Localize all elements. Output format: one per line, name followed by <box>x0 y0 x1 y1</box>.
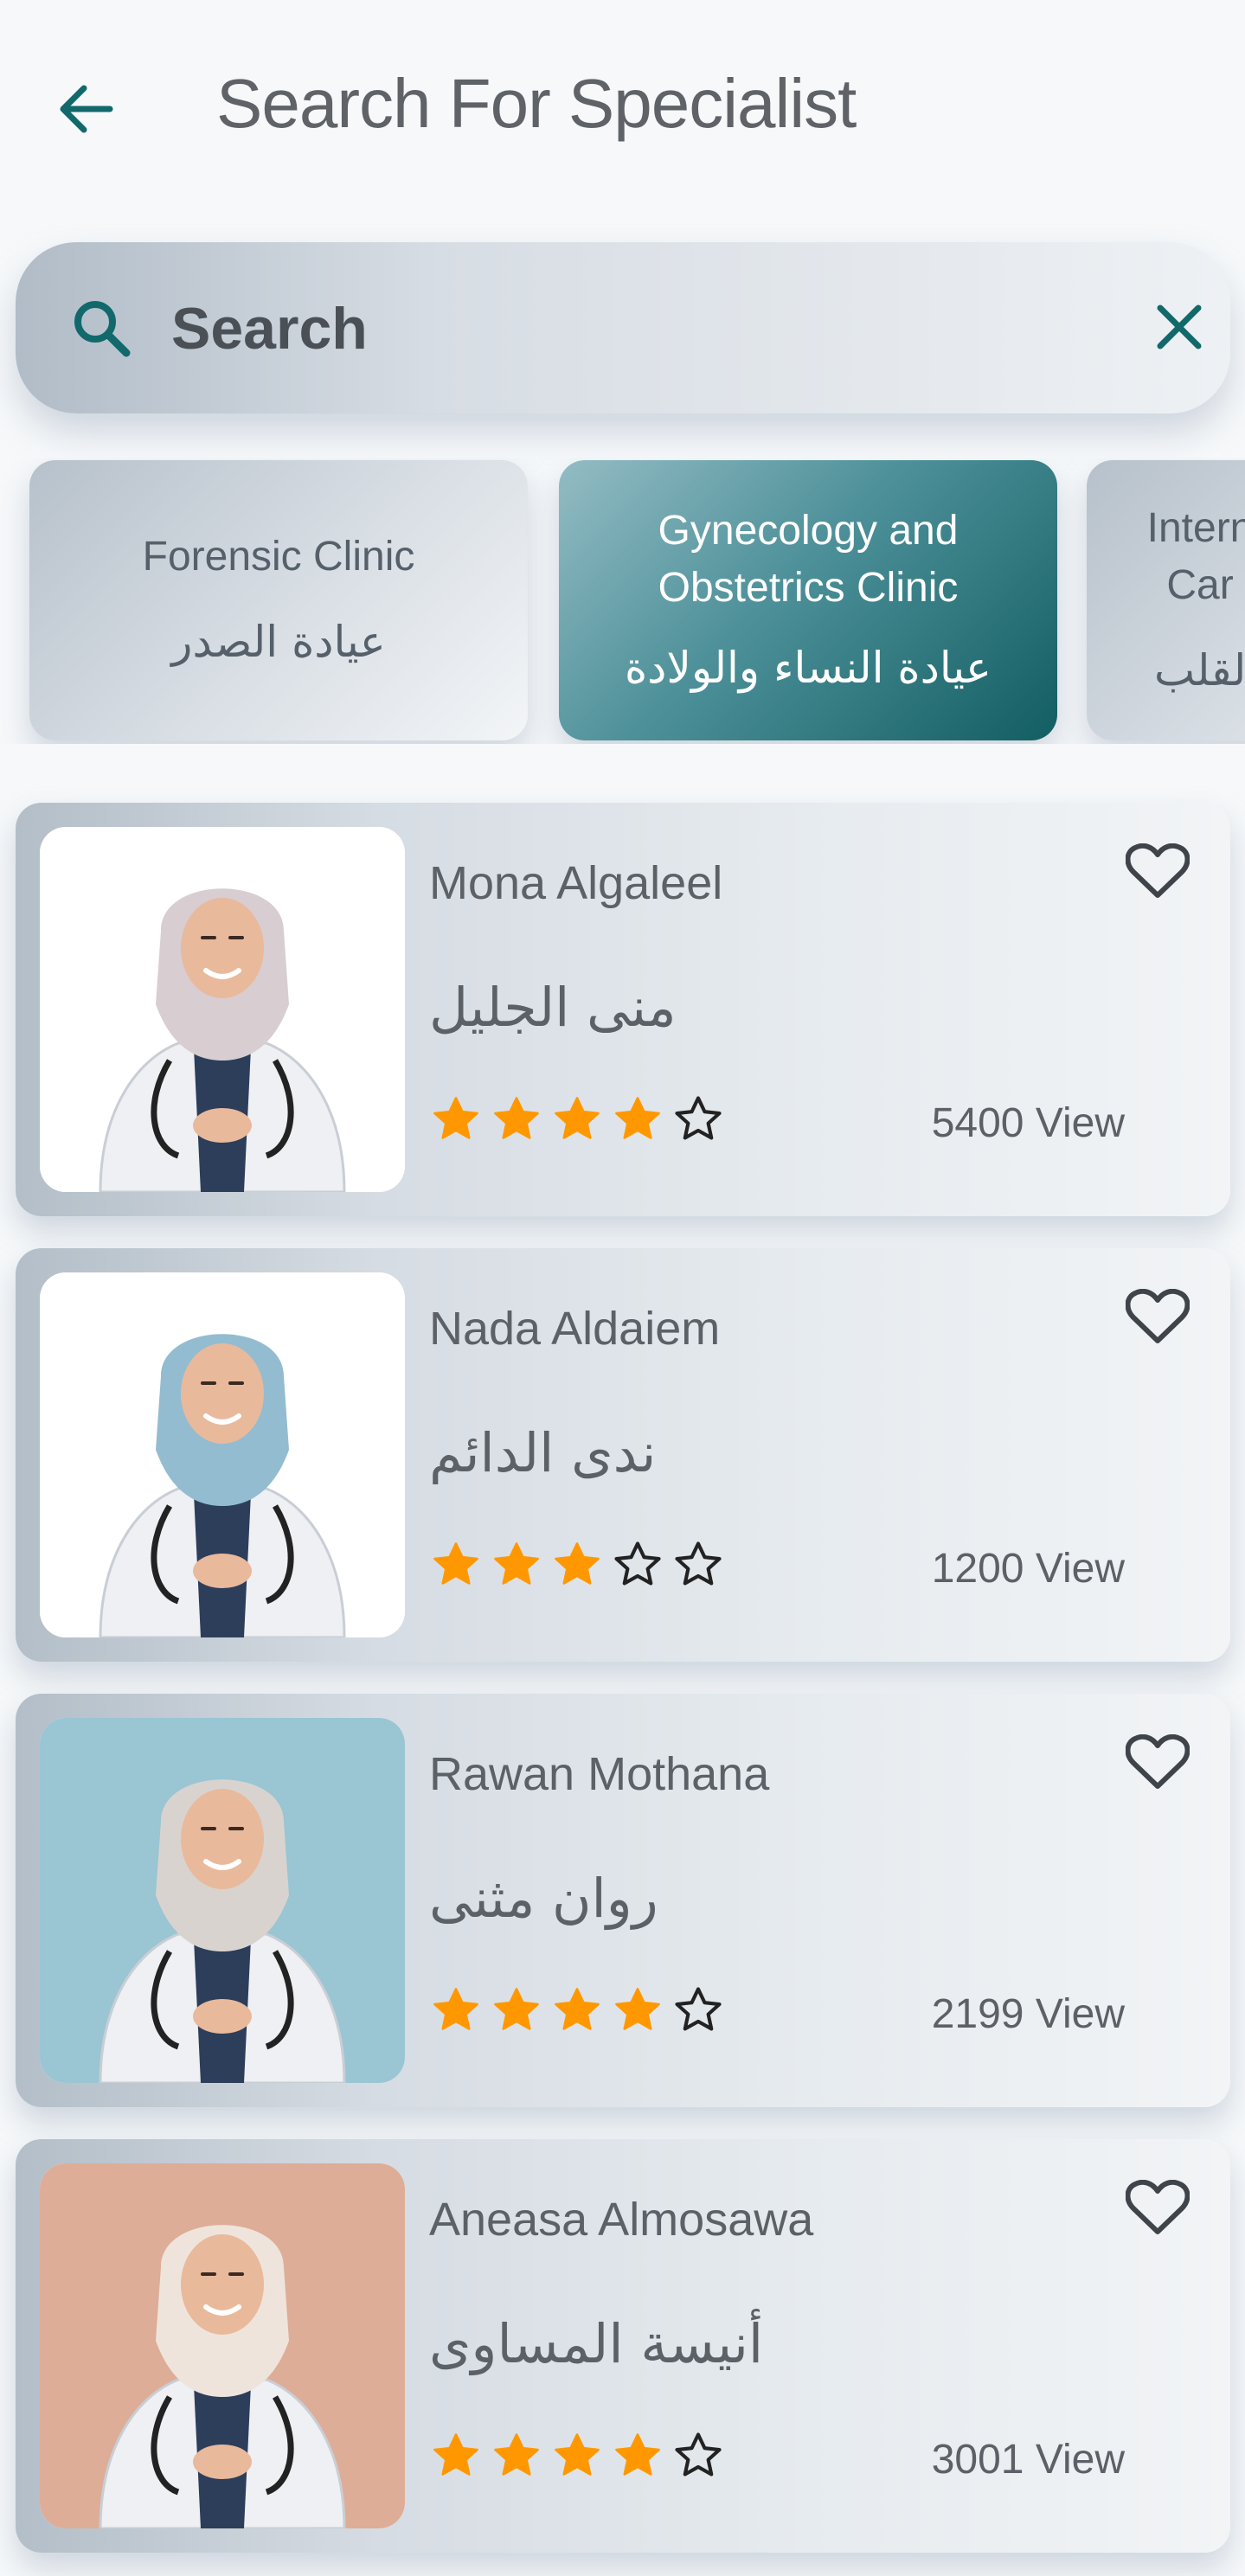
star-filled-icon <box>494 1542 539 1585</box>
search-icon <box>74 301 131 357</box>
view-count: 5400 View <box>931 1100 1125 1146</box>
star-empty-icon <box>675 1541 722 1586</box>
category-label: Gynecology and Obstetrics Clinic <box>658 508 959 611</box>
close-icon <box>1157 304 1202 349</box>
doctor-name-ar: أنيسة المساوى <box>429 2312 764 2375</box>
rating-stars <box>429 1983 725 2037</box>
heart-icon <box>1126 2180 1190 2234</box>
star-empty-icon <box>675 2432 722 2477</box>
view-count: 2199 View <box>931 1991 1125 2037</box>
category-label: Intern Car <box>1087 500 1245 614</box>
star-filled-icon <box>615 2433 660 2476</box>
star-filled-icon <box>555 1097 600 1139</box>
app-header: Search For Specialist <box>0 0 1245 216</box>
page-title: Search For Specialist <box>216 65 857 142</box>
category-label-ar: عيادة الصدر <box>171 617 386 667</box>
category-label-text: Intern Car <box>1146 505 1245 608</box>
back-button[interactable] <box>43 67 126 151</box>
category-label: Forensic Clinic <box>142 534 415 580</box>
star-empty-icon <box>675 1987 722 2031</box>
search-bar <box>16 242 1230 413</box>
doctor-photo <box>40 2163 405 2528</box>
star-filled-icon <box>494 1988 539 2030</box>
rating-stars <box>429 1093 725 1146</box>
doctor-name-ar: منى الجليل <box>429 976 677 1039</box>
star-filled-icon <box>615 1988 660 2030</box>
category-chip-internal[interactable]: Intern Car القلب <box>1087 460 1245 740</box>
doctor-name: Nada Aldaiem <box>429 1303 721 1355</box>
star-filled-icon <box>433 1988 478 2030</box>
doctor-name: Mona Algaleel <box>429 857 723 909</box>
rating-stars <box>429 2429 725 2483</box>
star-filled-icon <box>433 2433 478 2476</box>
doctor-name: Rawan Mothana <box>429 1748 770 1800</box>
doctor-name: Aneasa Almosawa <box>429 2194 814 2246</box>
view-count: 3001 View <box>931 2437 1125 2483</box>
star-filled-icon <box>555 2433 600 2476</box>
star-filled-icon <box>494 2433 539 2476</box>
doctor-avatar <box>40 2163 405 2528</box>
heart-icon <box>1126 843 1190 898</box>
category-label-ar: عيادة النساء والولادة <box>624 643 992 693</box>
rating-stars <box>429 1538 725 1592</box>
category-chip-gynecology[interactable]: Gynecology and Obstetrics Clinic عيادة ا… <box>559 460 1057 740</box>
favorite-button[interactable] <box>1121 837 1194 907</box>
star-empty-icon <box>675 1096 722 1140</box>
doctor-photo <box>40 827 405 1192</box>
category-label-ar: القلب <box>1154 645 1245 695</box>
star-filled-icon <box>555 1542 600 1585</box>
doctor-avatar <box>40 1272 405 1637</box>
doctor-photo <box>40 1718 405 2083</box>
doctor-card[interactable]: Nada Aldaiem ندى الدائم 1200 View <box>16 1248 1230 1662</box>
star-filled-icon <box>494 1097 539 1139</box>
doctor-name-ar: ندى الدائم <box>429 1421 657 1484</box>
doctor-card[interactable]: Mona Algaleel منى الجليل 5400 View <box>16 803 1230 1216</box>
category-chips: Forensic Clinic عيادة الصدر Gynecology a… <box>0 458 1245 744</box>
doctor-avatar <box>40 827 405 1192</box>
search-input[interactable] <box>171 277 1036 381</box>
star-filled-icon <box>555 1988 600 2030</box>
clear-search-button[interactable] <box>1140 288 1218 366</box>
star-filled-icon <box>433 1542 478 1585</box>
star-empty-icon <box>614 1541 661 1586</box>
heart-icon <box>1126 1289 1190 1343</box>
doctor-card[interactable]: Aneasa Almosawa أنيسة المساوى 3001 View <box>16 2139 1230 2553</box>
category-chip-forensic[interactable]: Forensic Clinic عيادة الصدر <box>29 460 528 740</box>
arrow-left-icon <box>60 85 113 133</box>
doctor-photo <box>40 1272 405 1637</box>
heart-icon <box>1126 1734 1190 1789</box>
favorite-button[interactable] <box>1121 2174 1194 2243</box>
view-count: 1200 View <box>931 1546 1125 1592</box>
star-filled-icon <box>615 1097 660 1139</box>
favorite-button[interactable] <box>1121 1283 1194 1352</box>
doctor-card[interactable]: Rawan Mothana روان مثنى 2199 View <box>16 1694 1230 2107</box>
favorite-button[interactable] <box>1121 1728 1194 1797</box>
star-filled-icon <box>433 1097 478 1139</box>
doctor-avatar <box>40 1718 405 2083</box>
doctor-name-ar: روان مثنى <box>429 1867 658 1930</box>
